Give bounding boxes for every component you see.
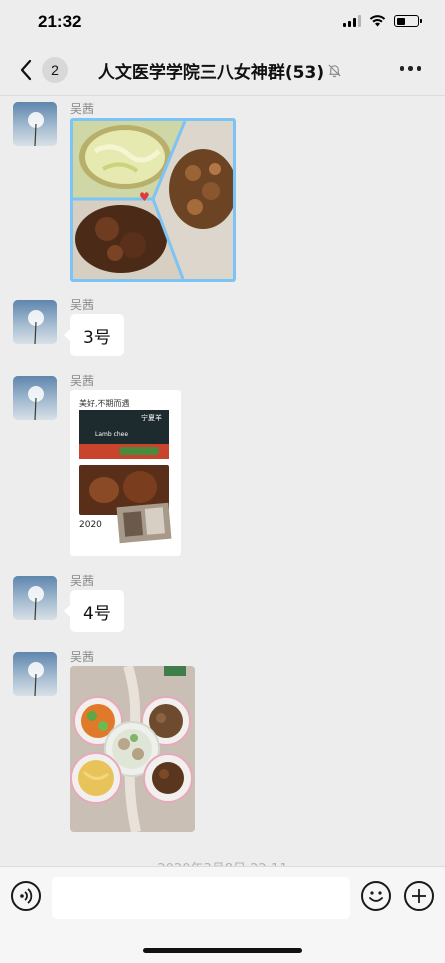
poster-small-photo bbox=[116, 502, 172, 544]
message-text-bubble[interactable]: 4号 bbox=[64, 590, 124, 632]
sender-avatar[interactable] bbox=[13, 102, 57, 146]
voice-wave-icon bbox=[20, 888, 33, 904]
message-text-bubble[interactable]: 3号 bbox=[64, 314, 124, 356]
more-options-button[interactable] bbox=[399, 66, 421, 71]
message-item: 吴茜 美好,不期而遇 Lamb chee 宁夏羊 2020 bbox=[0, 372, 445, 562]
message-text-input[interactable] bbox=[52, 877, 350, 919]
voice-input-button[interactable] bbox=[11, 881, 41, 911]
poster-year: 2020 bbox=[79, 520, 102, 530]
message-image-lamb-poster[interactable]: 美好,不期而遇 Lamb chee 宁夏羊 2020 bbox=[70, 390, 181, 556]
message-item: 吴茜 bbox=[0, 648, 445, 838]
battery-level bbox=[396, 17, 405, 25]
battery-icon bbox=[394, 15, 422, 27]
sender-name: 吴茜 bbox=[70, 650, 95, 664]
sender-avatar[interactable] bbox=[13, 576, 57, 620]
dandelion-avatar-image bbox=[13, 102, 57, 146]
sender-avatar[interactable] bbox=[13, 652, 57, 696]
status-icons bbox=[343, 15, 422, 27]
sender-name: 吴茜 bbox=[70, 102, 95, 116]
emoji-button[interactable] bbox=[361, 881, 391, 911]
message-image-food-collage[interactable]: ♥ bbox=[70, 118, 236, 282]
poster-english-title: Lamb chee bbox=[95, 431, 129, 438]
sender-name: 吴茜 bbox=[70, 574, 95, 588]
home-indicator[interactable] bbox=[143, 948, 302, 953]
sender-avatar[interactable] bbox=[13, 376, 57, 420]
dandelion-avatar-image bbox=[13, 300, 57, 344]
chevron-left-icon bbox=[20, 59, 32, 81]
mute-bell-icon bbox=[328, 64, 341, 78]
dandelion-avatar-image bbox=[13, 376, 57, 420]
chat-title: 人文医学学院三八女神群(53) bbox=[97, 63, 325, 83]
table-dishes-image bbox=[70, 666, 195, 832]
dandelion-avatar-image bbox=[13, 576, 57, 620]
unread-count-badge: 2 bbox=[42, 57, 68, 83]
message-item: 吴茜 bbox=[0, 100, 445, 290]
more-functions-button[interactable] bbox=[404, 881, 434, 911]
poster-brand: 宁夏羊 bbox=[141, 414, 162, 422]
svg-text:♥: ♥ bbox=[139, 190, 150, 204]
plus-icon bbox=[412, 889, 426, 903]
poster-headline: 美好,不期而遇 bbox=[79, 399, 130, 408]
sender-name: 吴茜 bbox=[70, 374, 95, 388]
message-item: 吴茜 4号 bbox=[0, 572, 445, 636]
chat-title-wrap: 人文医学学院三八女神群(53) bbox=[90, 58, 350, 83]
message-list[interactable]: 吴茜 ♥ 吴茜 3号 吴茜 美好,不期而遇 Lamb chee 宁夏羊 2020… bbox=[0, 96, 445, 866]
poster-banner: Lamb chee 宁夏羊 bbox=[79, 410, 169, 459]
sender-avatar[interactable] bbox=[13, 300, 57, 344]
status-time: 21:32 bbox=[38, 12, 82, 31]
chat-header: 2 人文医学学院三八女神群(53) bbox=[0, 44, 445, 96]
dandelion-avatar-image bbox=[13, 652, 57, 696]
message-item: 吴茜 3号 bbox=[0, 296, 445, 360]
chat-timestamp: 2020年3月8日 22:11 bbox=[0, 858, 445, 866]
food-collage-image: ♥ bbox=[73, 121, 233, 279]
smiley-face-icon bbox=[369, 891, 383, 902]
wifi-icon bbox=[369, 15, 386, 27]
sender-name: 吴茜 bbox=[70, 298, 95, 312]
back-button[interactable]: 2 bbox=[16, 56, 68, 84]
status-bar: 21:32 bbox=[0, 0, 445, 44]
message-image-table-dishes[interactable] bbox=[70, 666, 195, 832]
cellular-signal-icon bbox=[343, 15, 361, 27]
